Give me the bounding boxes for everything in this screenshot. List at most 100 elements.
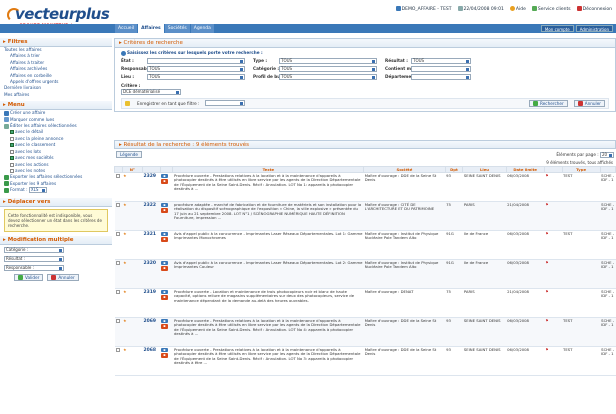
row-checkbox[interactable] xyxy=(115,203,120,207)
row-star-icon[interactable]: ★ xyxy=(123,260,126,265)
row-number[interactable]: 2319 xyxy=(143,290,156,295)
row-number[interactable]: 2320 xyxy=(143,261,156,266)
checkbox[interactable] xyxy=(10,136,14,141)
resultat-select[interactable]: TOUS xyxy=(411,57,471,64)
row-dpt: 93 xyxy=(445,346,463,376)
row-dpt: 91G xyxy=(445,230,463,260)
legend-button[interactable]: Légende xyxy=(116,151,142,158)
row-number[interactable]: 2322 xyxy=(143,203,156,208)
row-number[interactable]: 2329 xyxy=(143,174,156,179)
lieu-select[interactable]: TOUS xyxy=(147,73,245,80)
row-company[interactable]: Maître d'ouvrage : CITÉ DE L'ARCHITECTUR… xyxy=(363,201,446,231)
row-extra: SCHE - IDF - 1 xyxy=(600,201,616,231)
tab-affaires[interactable]: Affaires xyxy=(138,24,164,33)
top-links: DEMO_AFFAIRE - TEST 22/04/2008 09:01 Aid… xyxy=(395,6,612,12)
row-number[interactable]: 2068 xyxy=(143,348,156,353)
tab-agenda[interactable]: Agenda xyxy=(190,24,214,33)
table-row[interactable]: ★ 2322 ▪ ▪ procédure adaptée - marché de fab… xyxy=(114,201,616,231)
checkbox[interactable] xyxy=(10,156,14,161)
tab-societes[interactable]: Sociétés xyxy=(164,24,190,33)
user-link[interactable]: DEMO_AFFAIRE - TEST xyxy=(395,6,452,12)
row-text[interactable]: Procédure ouverte - Prestations relative… xyxy=(172,172,364,202)
departement-input[interactable] xyxy=(411,73,471,80)
cancel-search-button[interactable]: Annuler xyxy=(573,99,605,107)
row-type[interactable]: TEST xyxy=(562,346,601,376)
critere-select[interactable]: DCE dématérialisé xyxy=(121,88,181,95)
checkbox[interactable] xyxy=(10,149,14,154)
filter-my-affaires[interactable]: Mes affaires xyxy=(0,92,112,98)
row-text[interactable]: Procédure ouverte - Prestations relative… xyxy=(172,317,364,347)
row-star-icon[interactable]: ★ xyxy=(123,173,126,178)
validate-button[interactable]: Valider xyxy=(14,273,44,281)
contient-input[interactable] xyxy=(411,65,471,72)
cancel-button[interactable]: Annuler xyxy=(47,273,79,281)
multi-edit-heading: ▸ Modification multiple xyxy=(0,235,112,245)
table-row[interactable]: ★ 2069 ▪ ▪ Procédure ouverte - Prestations r… xyxy=(114,317,616,347)
table-row[interactable]: ★ 2068 ▪ ▪ Procédure ouverte - Prestations r… xyxy=(114,346,616,376)
search-button[interactable]: Rechercher xyxy=(528,99,568,107)
row-extra: SCHE - IDF - 1 xyxy=(600,346,616,376)
save-filter-input[interactable] xyxy=(205,100,246,106)
responsible-select[interactable]: Responsable : xyxy=(4,265,64,272)
row-text[interactable]: Procédure ouverte - Prestations relative… xyxy=(172,346,364,376)
per-page-select[interactable]: 20 xyxy=(600,151,614,158)
result-select[interactable]: Résultat : xyxy=(4,256,64,263)
table-row[interactable]: ★ 2320 ▪ ▪ Avis d'appel public à la concurre… xyxy=(114,259,616,289)
row-company[interactable]: Maître d'ouvrage : DDE de la Seine St De… xyxy=(363,172,446,202)
row-company[interactable]: Maître d'ouvrage : DDE de la Seine St De… xyxy=(363,317,446,347)
responsable-select[interactable]: TOUS xyxy=(147,65,245,72)
row-checkbox[interactable] xyxy=(115,174,120,178)
row-extra: SCHE - IDF - 1 xyxy=(600,317,616,347)
row-star-icon[interactable]: ★ xyxy=(123,318,126,323)
type-select[interactable]: TOUS xyxy=(279,57,377,64)
row-star-icon[interactable]: ★ xyxy=(123,289,126,294)
checkbox[interactable] xyxy=(10,143,14,148)
row-type[interactable] xyxy=(562,288,601,318)
checkbox[interactable] xyxy=(10,168,14,173)
row-status-icon: ▪ xyxy=(161,319,168,324)
service-link[interactable]: Service clients xyxy=(531,6,571,12)
row-tags: ▪ ▪ xyxy=(160,317,173,347)
row-company[interactable]: Maître d'ouvrage : Institut de Physique … xyxy=(363,259,446,289)
format-row: Format : XLS xyxy=(0,187,112,194)
row-number[interactable]: 2069 xyxy=(143,319,156,324)
table-row[interactable]: ★ 2321 ▪ ▪ Avis d'appel public à la concurre… xyxy=(114,230,616,260)
table-row[interactable]: ★ 2329 ▪ ▪ Procédure ouverte - Prestations r… xyxy=(114,172,616,202)
row-star-icon[interactable]: ★ xyxy=(123,347,126,352)
row-star-icon[interactable]: ★ xyxy=(123,202,126,207)
row-company[interactable]: Maître d'ouvrage : DDE de la Seine St De… xyxy=(363,346,446,376)
row-type[interactable] xyxy=(562,201,601,231)
row-checkbox[interactable] xyxy=(115,232,120,236)
row-star-icon[interactable]: ★ xyxy=(123,231,126,236)
row-checkbox[interactable] xyxy=(115,261,120,265)
row-dce-icon: ▪ xyxy=(161,295,168,300)
categorie-select[interactable]: TOUS xyxy=(279,65,377,72)
row-text[interactable]: Avis d'appel public à la concurrence - I… xyxy=(172,259,364,289)
row-text[interactable]: procédure adaptée - marché de fabricatio… xyxy=(172,201,364,231)
logout-link[interactable]: Déconnexion xyxy=(576,6,612,12)
tab-accueil[interactable]: Accueil xyxy=(115,24,138,33)
row-company[interactable]: Maître d'ouvrage : DENAT xyxy=(363,288,446,318)
my-account-button[interactable]: Mon compte xyxy=(540,25,574,32)
row-text[interactable]: Avis d'appel public à la concurrence - I… xyxy=(172,230,364,260)
checkbox[interactable] xyxy=(10,162,14,167)
row-dce-icon: ▪ xyxy=(161,353,168,358)
row-company[interactable]: Maître d'ouvrage : Institut de Physique … xyxy=(363,230,446,260)
etat-select[interactable] xyxy=(147,57,245,64)
row-type[interactable] xyxy=(562,259,601,289)
administration-button[interactable]: Administration xyxy=(575,25,613,32)
profil-select[interactable]: TOUS xyxy=(279,73,377,80)
row-type[interactable]: TEST xyxy=(562,230,601,260)
help-link[interactable]: Aide xyxy=(509,6,526,12)
row-checkbox[interactable] xyxy=(115,348,120,352)
row-checkbox[interactable] xyxy=(115,290,120,294)
row-type[interactable]: TEST xyxy=(562,172,601,202)
row-type[interactable]: TEST xyxy=(562,317,601,347)
format-select[interactable]: XLS xyxy=(28,187,47,194)
table-row[interactable]: ★ 2319 ▪ ▪ Procédure ouverte - Location et m… xyxy=(114,288,616,318)
row-text[interactable]: Procédure ouverte - Location et maintena… xyxy=(172,288,364,318)
row-number[interactable]: 2321 xyxy=(143,232,156,237)
row-checkbox[interactable] xyxy=(115,319,120,323)
checkbox[interactable] xyxy=(10,130,14,135)
category-select[interactable]: Catégorie : xyxy=(4,247,64,254)
